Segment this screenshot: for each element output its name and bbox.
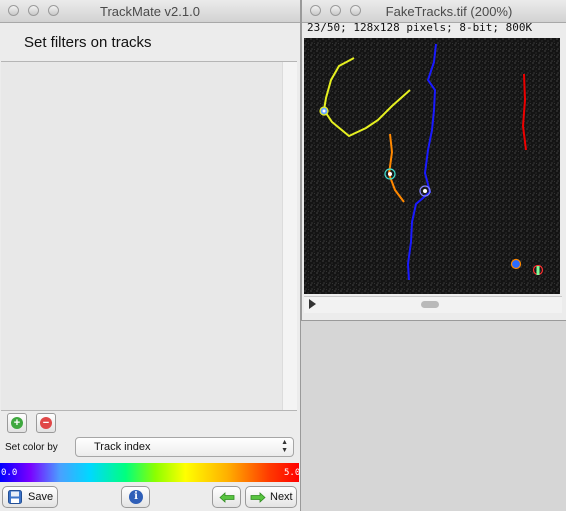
- about-button[interactable]: i: [121, 486, 150, 508]
- image-titlebar[interactable]: FakeTracks.tif (200%): [302, 0, 566, 23]
- plus-icon: +: [11, 417, 23, 429]
- next-button[interactable]: Next: [245, 486, 297, 508]
- filter-list-panel: [1, 61, 297, 411]
- minus-icon: −: [40, 417, 52, 429]
- frame-slider-thumb[interactable]: [421, 301, 439, 308]
- arrow-right-icon: [250, 492, 266, 503]
- spot-marker: [510, 258, 522, 270]
- trackmate-titlebar[interactable]: TrackMate v2.1.0: [0, 0, 300, 23]
- save-button[interactable]: Save: [2, 486, 58, 508]
- image-canvas[interactable]: [304, 38, 560, 294]
- updown-arrows-icon: ▲ ▼: [281, 439, 288, 454]
- arrow-left-icon: [219, 492, 235, 503]
- info-icon: i: [129, 490, 143, 504]
- image-window-title: FakeTracks.tif (200%): [385, 4, 513, 19]
- color-by-select[interactable]: Track index ▲ ▼: [75, 437, 294, 457]
- window-title: TrackMate v2.1.0: [100, 4, 200, 19]
- color-by-label: Set color by: [5, 442, 58, 453]
- close-window-button[interactable]: [310, 5, 321, 16]
- previous-button[interactable]: [212, 486, 241, 508]
- remove-filter-button[interactable]: −: [36, 413, 56, 433]
- color-gradient-bar: [0, 463, 299, 482]
- gradient-max-label: 5.0: [284, 468, 301, 478]
- color-by-value: Track index: [94, 441, 151, 453]
- spot-marker: [319, 106, 329, 116]
- image-background: [304, 38, 560, 294]
- next-label: Next: [270, 491, 293, 503]
- gradient-min-label: 0.0: [1, 468, 18, 478]
- frame-scrollbar[interactable]: [304, 296, 562, 313]
- play-icon[interactable]: [309, 299, 316, 309]
- add-filter-button[interactable]: +: [7, 413, 27, 433]
- save-label: Save: [28, 491, 54, 503]
- vertical-scrollbar[interactable]: [282, 62, 297, 410]
- panel-heading: Set filters on tracks: [24, 34, 152, 51]
- image-info: 23/50; 128x128 pixels; 8-bit; 800K: [307, 21, 533, 34]
- image-window: FakeTracks.tif (200%) 23/50; 128x128 pix…: [302, 0, 566, 320]
- trackmate-window: TrackMate v2.1.0 Set filters on tracks +…: [0, 0, 300, 511]
- save-icon: [8, 490, 22, 504]
